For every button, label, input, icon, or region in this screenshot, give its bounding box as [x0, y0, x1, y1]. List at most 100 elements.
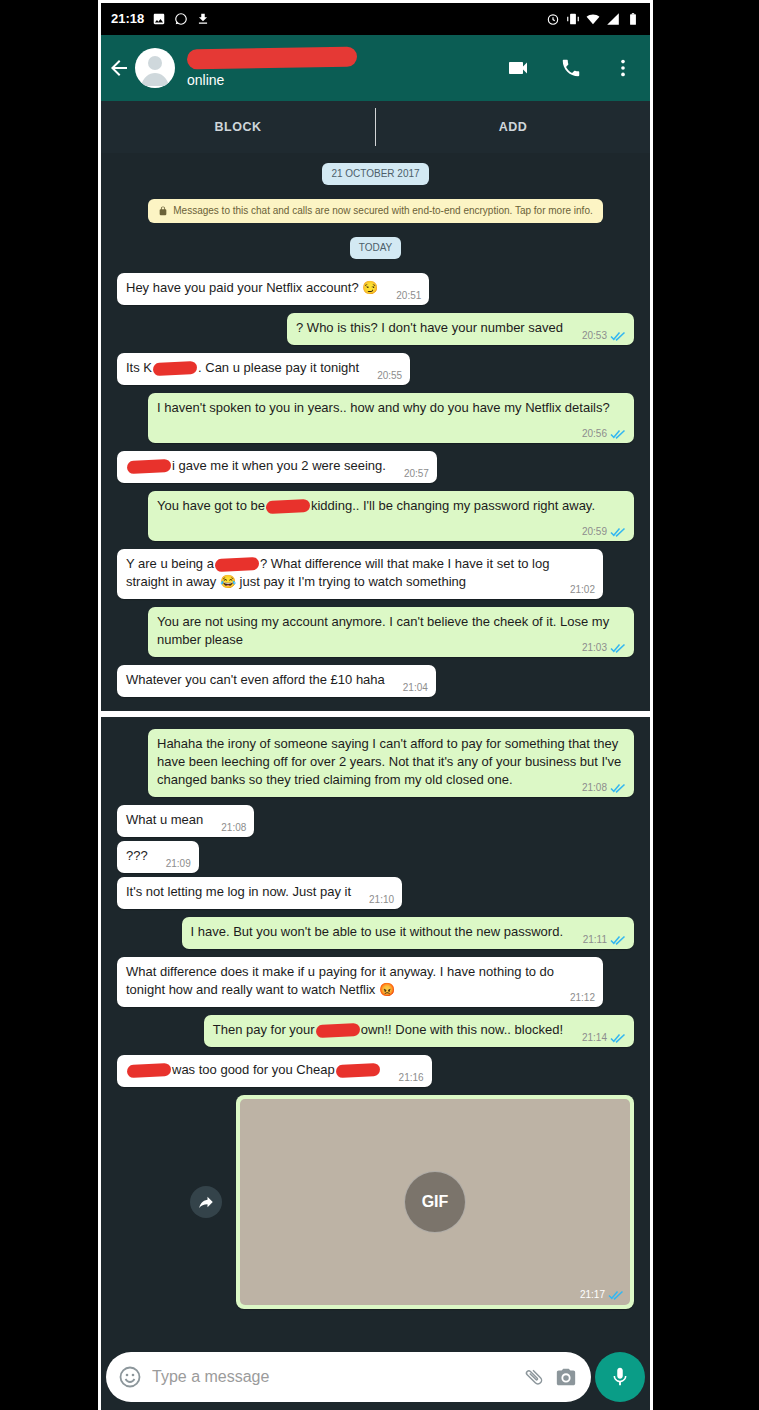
message-meta: 21:17 [580, 1289, 624, 1301]
action-button[interactable]: BLOCK [101, 101, 375, 153]
whatsapp-icon [174, 12, 188, 26]
double-tick-icon [610, 331, 626, 341]
contact-avatar[interactable] [135, 48, 175, 88]
phone-icon[interactable] [560, 57, 582, 79]
action-button[interactable]: ADD [376, 101, 650, 153]
incoming-message: was too good for you Cheap21:16 [117, 1055, 432, 1087]
message-text: It's not letting me log in now. Just pay… [126, 883, 393, 901]
encryption-text: Messages to this chat and calls are now … [173, 205, 592, 217]
forward-icon [197, 1193, 215, 1211]
message-time: 21:11 [583, 934, 607, 946]
mic-icon [609, 1366, 631, 1388]
contact-info[interactable]: online [187, 48, 357, 88]
status-left: 21:18 [111, 9, 210, 29]
person-icon [135, 48, 175, 88]
message-segment: i gave me it when you 2 were seeing. [172, 458, 386, 473]
message-text: ? Who is this? I don't have your number … [296, 319, 625, 337]
message-row: Hey have you paid your Netflix account? … [117, 273, 634, 305]
menu-dots-icon[interactable] [612, 57, 634, 79]
day-chip: TODAY [350, 237, 402, 259]
message-text: I have. But you won't be able to use it … [191, 923, 625, 941]
gif-message[interactable]: GIF 21:17 [236, 1095, 634, 1309]
message-meta: 21:04 [403, 682, 428, 694]
redaction [153, 361, 198, 376]
message-segment: ? Who is this? I don't have your number … [296, 320, 563, 335]
double-tick-icon [610, 783, 626, 793]
message-text: Whatever you can't even afford the £10 h… [126, 671, 427, 689]
incoming-message: What u mean21:08 [117, 805, 254, 837]
message-row: I haven't spoken to you in years.. how a… [117, 393, 634, 443]
double-tick-icon [610, 643, 626, 653]
message-time: 20:59 [582, 526, 607, 538]
message-text: Hey have you paid your Netflix account? … [126, 279, 420, 297]
mic-button[interactable] [595, 1352, 645, 1402]
attach-icon[interactable] [518, 1361, 549, 1392]
message-row: Whatever you can't even afford the £10 h… [117, 665, 634, 697]
message-segment: It's not letting me log in now. Just pay… [126, 884, 351, 899]
message-time: 21:04 [403, 682, 428, 694]
message-segment: own!! Done with this now.. blocked! [361, 1022, 563, 1037]
back-arrow-icon[interactable] [107, 56, 131, 80]
message-segment: Hahaha the irony of someone saying I can… [157, 736, 621, 787]
incoming-message: Whatever you can't even afford the £10 h… [117, 665, 436, 697]
message-segment: You are not using my account anymore. I … [157, 614, 609, 647]
date-chip: 21 OCTOBER 2017 [322, 163, 428, 185]
message-row: You are not using my account anymore. I … [117, 607, 634, 657]
download-icon [196, 12, 210, 26]
message-row: It's not letting me log in now. Just pay… [117, 877, 634, 909]
message-time: 20:56 [582, 428, 607, 440]
message-time: 21:02 [570, 584, 595, 596]
message-text: was too good for you Cheap [126, 1061, 423, 1079]
message-segment: What u mean [126, 812, 203, 827]
time-spacer [243, 643, 305, 644]
message-row: Its K. Can u please pay it tonight20:55 [117, 353, 634, 385]
message-meta: 21:03 [582, 642, 626, 654]
message-field [106, 1352, 591, 1402]
composer [101, 1348, 650, 1410]
message-meta: 21:14 [582, 1032, 626, 1044]
message-row: What difference does it make if u paying… [117, 957, 634, 1007]
encryption-notice[interactable]: Messages to this chat and calls are now … [148, 199, 602, 223]
message-row: What u mean21:08 [117, 805, 634, 837]
status-bar: 21:18 [101, 3, 650, 35]
message-text: You are not using my account anymore. I … [157, 613, 625, 649]
message-segment: was too good for you Cheap [172, 1062, 335, 1077]
message-row: I have. But you won't be able to use it … [117, 917, 634, 949]
gif-badge[interactable]: GIF [404, 1171, 466, 1233]
redaction [215, 557, 260, 572]
message-input[interactable] [152, 1365, 513, 1389]
message-segment: Its K [126, 360, 152, 375]
time-spacer [157, 429, 219, 430]
header-actions [506, 56, 634, 80]
message-meta: 20:53 [582, 330, 626, 342]
image-icon [152, 12, 166, 26]
double-tick-icon [608, 1290, 624, 1300]
lock-icon [158, 206, 168, 216]
time-spacer [395, 993, 437, 994]
redacted-name [187, 47, 357, 70]
message-row: ? Who is this? I don't have your number … [117, 313, 634, 345]
day-chip-row: TODAY [117, 237, 634, 259]
incoming-message: Its K. Can u please pay it tonight20:55 [117, 353, 410, 385]
message-row: Hahaha the irony of someone saying I can… [117, 729, 634, 797]
action-label: BLOCK [215, 118, 262, 137]
contact-status: online [187, 72, 357, 88]
video-call-icon[interactable] [506, 56, 530, 80]
gif-frame: GIF [240, 1099, 630, 1305]
camera-icon[interactable] [555, 1366, 577, 1388]
emoji-icon[interactable] [118, 1365, 142, 1389]
message-meta: 20:51 [396, 290, 421, 302]
redaction [127, 459, 172, 474]
time-spacer [466, 585, 508, 586]
message-meta: 20:55 [377, 370, 402, 382]
message-segment: Y are u being a [126, 556, 214, 571]
date-chip-row: 21 OCTOBER 2017 [117, 163, 634, 185]
redaction [127, 1063, 172, 1078]
message-time: 21:17 [580, 1289, 605, 1301]
signal-icon [606, 12, 620, 26]
outgoing-message: ? Who is this? I don't have your number … [287, 313, 634, 345]
forward-button[interactable] [190, 1186, 222, 1218]
message-segment: You have got to be [157, 498, 265, 513]
incoming-message: What difference does it make if u paying… [117, 957, 603, 1007]
message-text: i gave me it when you 2 were seeing. [126, 457, 428, 475]
